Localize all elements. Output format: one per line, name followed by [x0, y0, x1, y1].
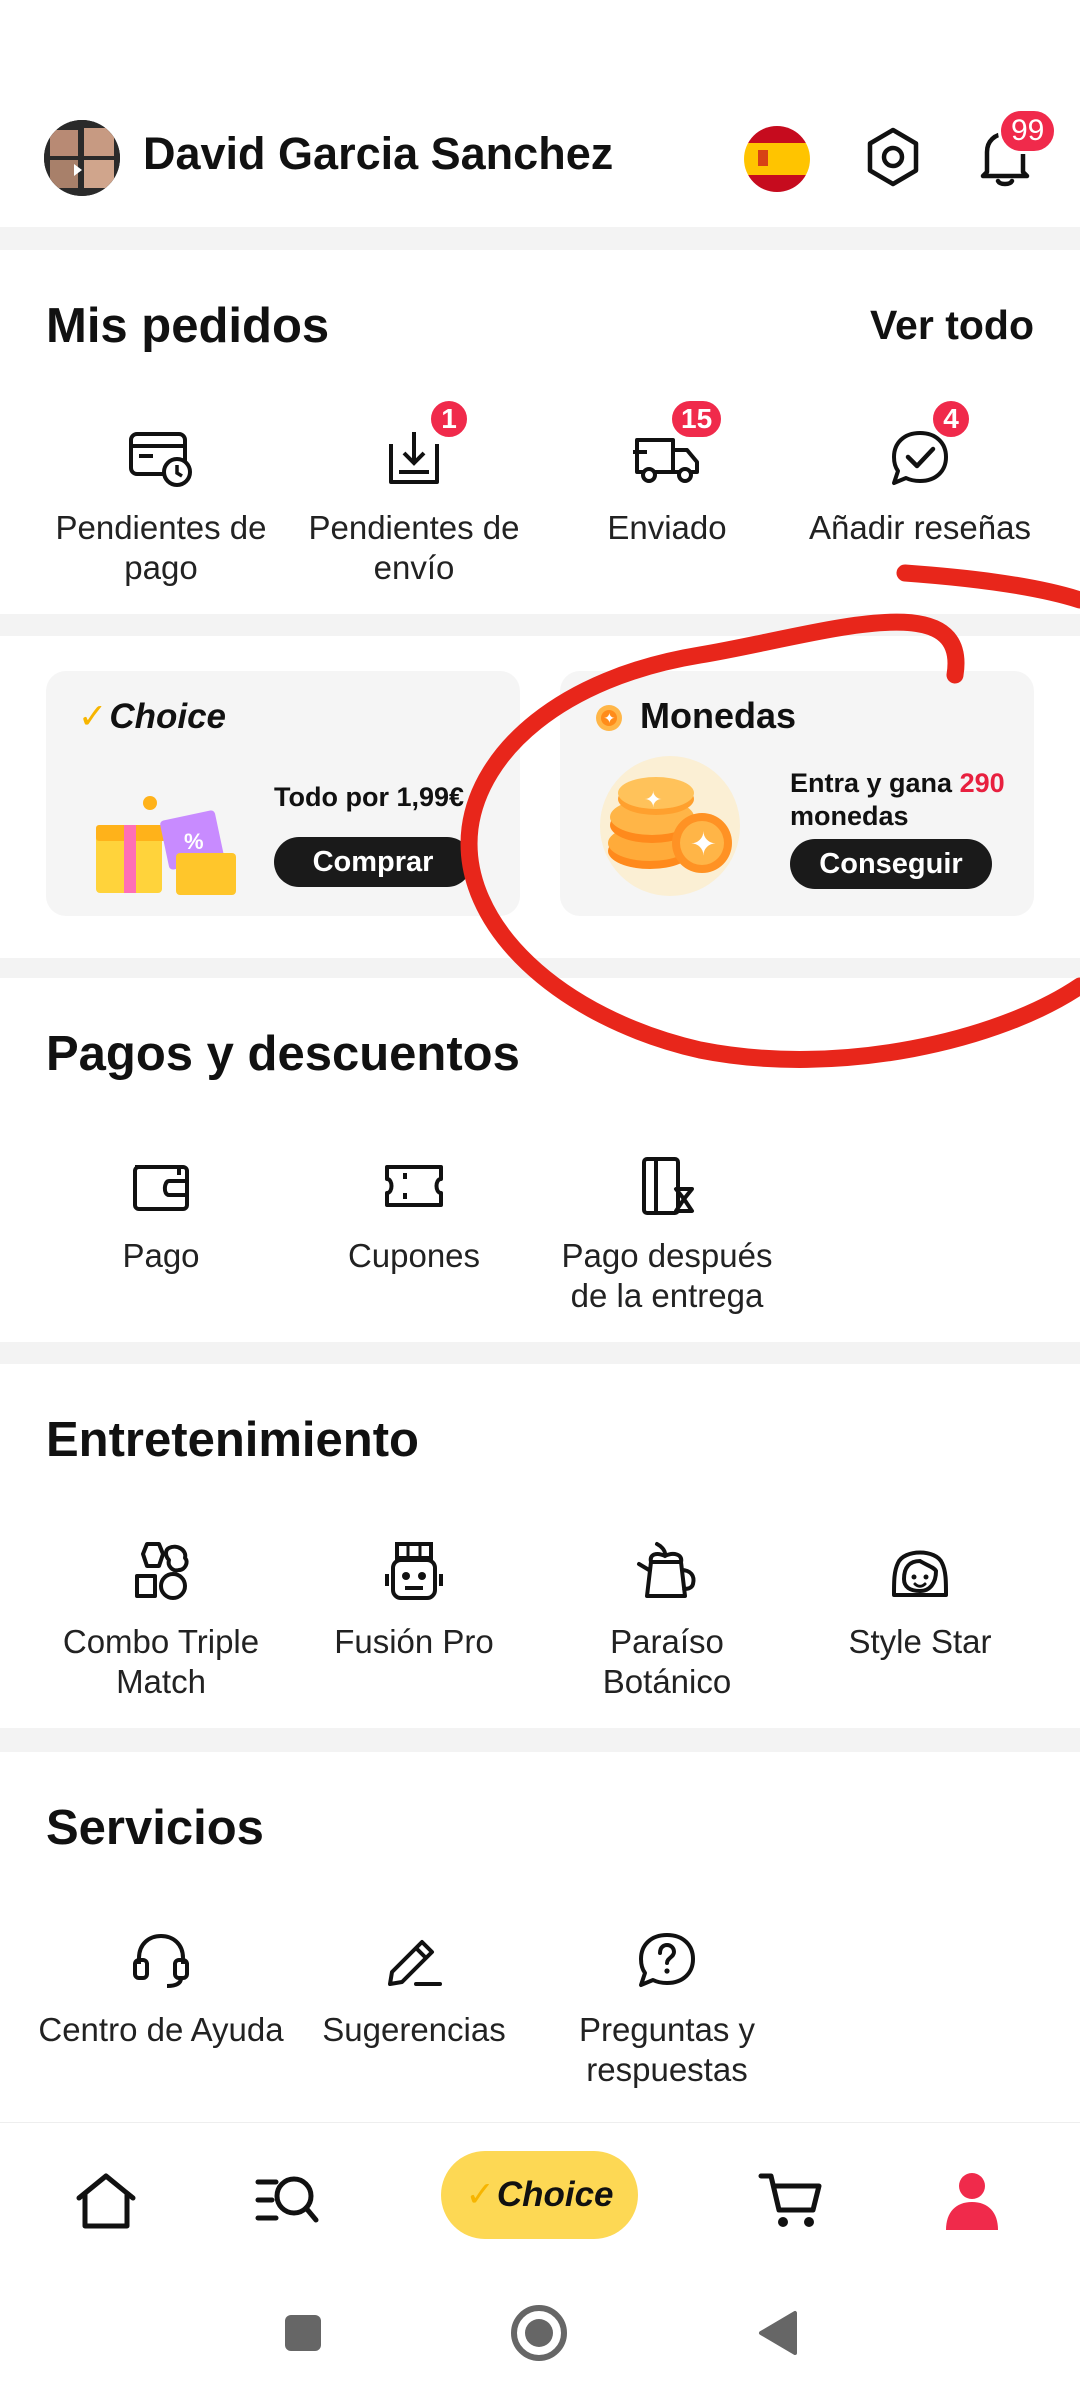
payment-item-label: Pago después de la entrega [561, 1237, 773, 1314]
girl-face-icon [882, 1534, 958, 1610]
settings-icon[interactable] [858, 122, 928, 192]
game-paraiso-botanico[interactable]: Paraíso Botánico [542, 1534, 792, 1702]
order-item-label: Enviado [607, 509, 727, 546]
payment-item-label: Pago [122, 1237, 200, 1274]
robot-icon [376, 1534, 452, 1610]
service-item-label: Sugerencias [322, 2011, 506, 2048]
door-hourglass-icon [629, 1148, 705, 1224]
coins-title: Monedas [640, 695, 797, 736]
game-fusion-pro[interactable]: Fusión Pro [289, 1534, 539, 1662]
coins-promo-card[interactable]: ✦ Monedas ✦ ✦ Entra y gana 290 monedas C… [560, 671, 1034, 916]
payment-methods-item[interactable]: Pago [36, 1148, 286, 1276]
choice-promo-card[interactable]: ✓Choice % Todo por 1,99€ Comprar [46, 671, 520, 916]
question-bubble-icon [629, 1922, 705, 1998]
home-circle-icon[interactable] [504, 2298, 574, 2368]
ticket-icon [376, 1148, 452, 1224]
svg-text:✦: ✦ [604, 710, 616, 726]
spain-flag-icon[interactable] [744, 126, 810, 192]
gift-boxes-image: % [90, 789, 240, 899]
cart-icon[interactable] [752, 2163, 828, 2239]
pending-shipping-badge: 1 [428, 398, 470, 440]
choice-logo: ✓Choice [78, 697, 227, 736]
payment-item-label: Cupones [347, 1237, 481, 1274]
suggestions-item[interactable]: Sugerencias [289, 1922, 539, 2050]
order-item-label: Pendientes de pago [55, 509, 267, 586]
entertainment-title: Entretenimiento [46, 1413, 419, 1467]
orders-section: Mis pedidos Ver todo Pendientes de pago … [0, 250, 1080, 614]
entertainment-item-label: Style Star [848, 1623, 992, 1660]
entertainment-section: Entretenimiento Combo Triple Match Fusió… [0, 1364, 1080, 1728]
svg-text:%: % [184, 829, 204, 854]
game-combo-triple-match[interactable]: Combo Triple Match [36, 1534, 286, 1702]
watering-can-icon [629, 1534, 705, 1610]
game-style-star[interactable]: Style Star [795, 1534, 1045, 1662]
pencil-icon [376, 1922, 452, 1998]
order-pending-payment[interactable]: Pendientes de pago [36, 420, 286, 588]
pay-after-delivery-item[interactable]: Pago después de la entrega [542, 1148, 792, 1316]
package-download-icon: 1 [376, 398, 470, 496]
chat-check-icon: 4 [882, 398, 972, 496]
svg-text:✦: ✦ [690, 825, 717, 863]
promo-section: ✓Choice % Todo por 1,99€ Comprar ✦ Moned… [0, 636, 1080, 958]
search-feed-icon[interactable] [250, 2163, 326, 2239]
order-shipped[interactable]: 15 Enviado [542, 398, 792, 548]
choice-nav-button[interactable]: ✓ Choice [441, 2151, 638, 2239]
reviews-badge: 4 [930, 398, 972, 440]
get-coins-button[interactable]: Conseguir [790, 839, 992, 889]
entertainment-item-label: Combo Triple Match [62, 1623, 260, 1700]
order-add-review[interactable]: 4 Añadir reseñas [795, 398, 1045, 548]
profile-header: David Garcia Sanchez 99 [0, 100, 1080, 227]
account-icon[interactable] [934, 2163, 1010, 2239]
status-bar-area [0, 0, 1080, 100]
coin-stack-image: ✦ ✦ [590, 751, 750, 901]
check-icon: ✓ [465, 2175, 495, 2214]
recent-apps-icon[interactable] [268, 2298, 338, 2368]
coins-promo-text: Entra y gana 290 monedas [790, 768, 1005, 831]
shipped-badge: 15 [669, 398, 725, 440]
wallet-icon [123, 1148, 199, 1224]
back-icon[interactable] [742, 2298, 812, 2368]
coupons-item[interactable]: Cupones [289, 1148, 539, 1276]
bottom-navigation: ✓ Choice [0, 2122, 1080, 2262]
service-item-label: Centro de Ayuda [38, 2011, 284, 2048]
order-pending-shipping[interactable]: 1 Pendientes de envío [289, 398, 539, 588]
faq-item[interactable]: Preguntas y respuestas [542, 1922, 792, 2090]
services-section: Servicios Centro de Ayuda Sugerencias Pr… [0, 1752, 1080, 2122]
payments-section: Pagos y descuentos Pago Cupones Pago des… [0, 978, 1080, 1342]
system-navigation-bar [0, 2262, 1080, 2400]
wallet-clock-icon [123, 420, 199, 496]
coins-amount: 290 [959, 768, 1005, 798]
entertainment-item-label: Paraíso Botánico [602, 1623, 732, 1700]
orders-title: Mis pedidos [46, 299, 330, 353]
coin-icon: ✦ [594, 703, 624, 733]
order-item-label: Añadir reseñas [809, 509, 1031, 546]
truck-icon: 15 [629, 398, 725, 496]
service-item-label: Preguntas y respuestas [578, 2011, 756, 2088]
notification-count-badge: 99 [998, 108, 1058, 154]
help-center-item[interactable]: Centro de Ayuda [36, 1922, 286, 2050]
see-all-orders-link[interactable]: Ver todo [870, 302, 1034, 349]
username[interactable]: David Garcia Sanchez [143, 128, 613, 180]
svg-text:✦: ✦ [644, 788, 662, 813]
headset-icon [123, 1922, 199, 1998]
payments-title: Pagos y descuentos [46, 1027, 520, 1081]
home-icon[interactable] [68, 2163, 144, 2239]
choice-promo-text: Todo por 1,99€ [274, 782, 465, 812]
avatar[interactable] [44, 120, 120, 196]
services-title: Servicios [46, 1801, 264, 1855]
choice-buy-button[interactable]: Comprar [274, 837, 472, 887]
entertainment-item-label: Fusión Pro [334, 1623, 494, 1660]
shapes-icon [123, 1534, 199, 1610]
order-item-label: Pendientes de envío [308, 509, 520, 586]
